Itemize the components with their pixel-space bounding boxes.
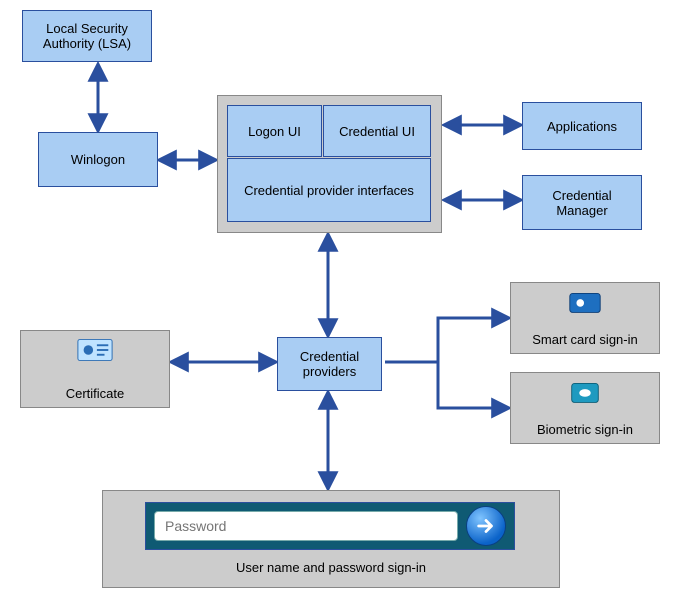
lsa-label: Local Security Authority (LSA): [27, 21, 147, 51]
certificate-icon: [76, 335, 114, 365]
certificate-label: Certificate: [21, 386, 169, 401]
password-input[interactable]: [154, 511, 458, 541]
logon-ui-label: Logon UI: [248, 124, 301, 139]
submit-button[interactable]: [466, 506, 506, 546]
smartcard-label: Smart card sign-in: [511, 332, 659, 347]
smartcard-panel: Smart card sign-in: [510, 282, 660, 354]
credential-manager-label: Credential Manager: [527, 188, 637, 218]
credential-providers-label: Credential providers: [282, 349, 377, 379]
credential-ui-label: Credential UI: [339, 124, 415, 139]
biometric-label: Biometric sign-in: [511, 422, 659, 437]
userpass-label: User name and password sign-in: [102, 560, 560, 575]
cp-interfaces-box: Credential provider interfaces: [227, 158, 431, 222]
smartcard-icon: [566, 287, 604, 317]
applications-box: Applications: [522, 102, 642, 150]
credential-providers-box: Credential providers: [277, 337, 382, 391]
winlogon-box: Winlogon: [38, 132, 158, 187]
winlogon-label: Winlogon: [71, 152, 125, 167]
biometric-panel: Biometric sign-in: [510, 372, 660, 444]
applications-label: Applications: [547, 119, 617, 134]
credential-manager-box: Credential Manager: [522, 175, 642, 230]
arrow-right-icon: [475, 515, 497, 537]
certificate-panel: Certificate: [20, 330, 170, 408]
credential-ui-box: Credential UI: [323, 105, 431, 157]
logon-ui-box: Logon UI: [227, 105, 322, 157]
cp-interfaces-label: Credential provider interfaces: [244, 183, 414, 198]
lsa-box: Local Security Authority (LSA): [22, 10, 152, 62]
biometric-icon: [566, 377, 604, 407]
password-widget: [145, 502, 515, 550]
